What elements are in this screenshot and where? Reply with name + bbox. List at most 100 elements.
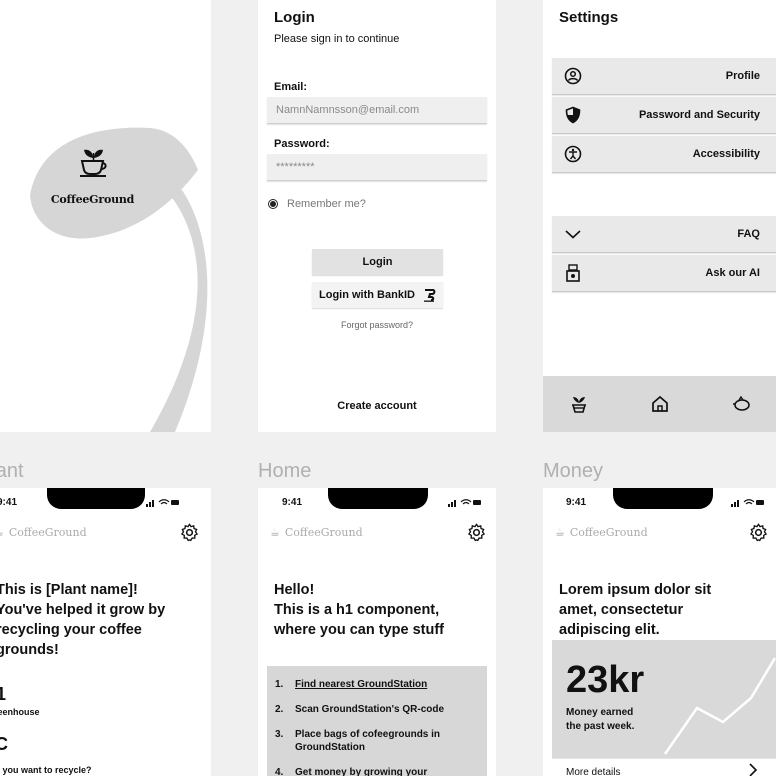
create-account-link[interactable]: Create account xyxy=(258,400,496,412)
accessibility-icon xyxy=(564,145,582,163)
greenhouse-count: 1 xyxy=(0,684,7,704)
remember-me[interactable]: Remember me? xyxy=(268,198,366,210)
caption-line: the past week. xyxy=(566,721,635,732)
profile-icon xyxy=(564,67,582,85)
caption-line: Money earned xyxy=(566,707,634,718)
settings-screen: Settings Profile Password and Security A… xyxy=(543,0,776,432)
trend-line-graphic xyxy=(663,657,776,755)
step-number: 2. xyxy=(275,704,284,715)
splash-screen: CoffeeGround xyxy=(0,0,211,432)
home-icon[interactable] xyxy=(650,394,670,414)
section-label-plant: Plant xyxy=(0,460,24,482)
leaf-illustration xyxy=(30,127,208,432)
heading-line: amet, consectetur xyxy=(559,602,684,618)
email-field[interactable]: NamnNamnsson@email.com xyxy=(267,97,487,124)
section-label-money: Money xyxy=(543,460,604,482)
page-subtitle: Please sign in to continue xyxy=(274,33,400,45)
heading-line: Hello! xyxy=(274,582,315,598)
settings-item-accessibility[interactable]: Accessibility xyxy=(552,136,776,173)
gear-icon[interactable] xyxy=(749,523,768,542)
heading-line: grounds! xyxy=(0,642,59,658)
login-screen: Login Please sign in to continue Email: … xyxy=(258,0,496,432)
status-time: 9:41 xyxy=(566,497,587,508)
password-label: Password: xyxy=(274,138,330,150)
bottom-nav xyxy=(543,376,776,432)
status-icons xyxy=(448,499,481,507)
bankid-icon xyxy=(423,288,436,302)
gear-icon[interactable] xyxy=(180,523,199,542)
list-item: 2. Scan GroundStation's QR-code xyxy=(275,703,479,716)
brand-name: CoffeeGround xyxy=(50,193,135,206)
step-number: 3. xyxy=(275,729,284,740)
more-details-button[interactable]: More details xyxy=(552,758,776,776)
login-button[interactable]: Login xyxy=(312,249,443,275)
coffee-cup-icon: ☕ xyxy=(555,526,565,539)
step-number: 4. xyxy=(275,767,284,776)
gear-icon[interactable] xyxy=(467,523,486,542)
heading-line: This is a h1 component, xyxy=(274,602,440,618)
recycle-stat: C xyxy=(0,734,8,754)
chevron-down-icon xyxy=(565,230,581,239)
step-text: Scan GroundStation's QR-code xyxy=(295,704,445,715)
status-time: 9:41 xyxy=(282,497,303,508)
heading-line: where you can type stuff xyxy=(274,622,445,638)
coffee-cup-icon: ☕ xyxy=(270,526,280,539)
money-heading: Lorem ipsum dolor sit amet, consectetur … xyxy=(559,580,711,640)
list-item[interactable]: 1. Find nearest GroundStation xyxy=(275,678,479,691)
step-text: Get money by growing your xyxy=(295,767,428,776)
phone-notch xyxy=(613,488,713,509)
step-number: 1. xyxy=(275,679,284,690)
plant-heading: This is [Plant name]! You've helped it g… xyxy=(0,580,165,660)
brand-header: ☕ CoffeeGround xyxy=(0,526,87,539)
settings-item-label: Ask our AI xyxy=(705,267,760,279)
coffee-cup-logo-icon xyxy=(80,149,107,177)
piggy-bank-icon[interactable] xyxy=(732,394,752,414)
heading-line: This is [Plant name]! xyxy=(0,582,138,598)
status-icons xyxy=(146,499,179,507)
remember-me-label: Remember me? xyxy=(287,198,366,210)
settings-item-ask-ai[interactable]: Ask our AI xyxy=(552,255,776,292)
email-label: Email: xyxy=(274,81,308,93)
settings-item-label: Password and Security xyxy=(638,109,760,121)
step-text: Place bags of cofeegrounds in GroundStat… xyxy=(295,729,441,753)
password-field[interactable]: ********* xyxy=(267,154,487,181)
home-heading: Hello! This is a h1 component, where you… xyxy=(274,580,444,640)
page-title: Login xyxy=(274,9,315,26)
find-groundstation-link[interactable]: Find nearest GroundStation xyxy=(295,678,427,691)
settings-item-label: Accessibility xyxy=(692,148,760,160)
settings-item-profile[interactable]: Profile xyxy=(552,58,776,95)
section-label-home: Home xyxy=(258,460,312,482)
robot-icon xyxy=(566,264,580,282)
money-card: 23kr Money earned the past week. More de… xyxy=(552,640,776,776)
shield-icon xyxy=(565,106,581,124)
settings-item-password-security[interactable]: Password and Security xyxy=(552,97,776,134)
settings-item-faq[interactable]: FAQ xyxy=(552,216,776,253)
brand-header: ☕ CoffeeGround xyxy=(555,526,648,539)
status-icons xyxy=(731,499,764,507)
plant-screen: 9:41 ☕ CoffeeGround This is [Plant name]… xyxy=(0,488,211,776)
settings-item-label: Profile xyxy=(725,70,760,82)
more-details-label: More details xyxy=(566,767,621,776)
forgot-password-link[interactable]: Forgot password? xyxy=(258,320,496,330)
settings-item-label: FAQ xyxy=(737,228,760,240)
page-title: Settings xyxy=(559,9,619,26)
brand-name: CoffeeGround xyxy=(284,526,363,539)
heading-line: adipiscing elit. xyxy=(559,622,660,638)
steps-list: 1. Find nearest GroundStation 2. Scan Gr… xyxy=(267,666,487,776)
home-screen: 9:41 ☕ CoffeeGround Hello! This is a h1 … xyxy=(258,488,496,776)
money-amount: 23kr xyxy=(566,659,645,701)
money-screen: 9:41 ☕ CoffeeGround Lorem ipsum dolor si… xyxy=(543,488,776,776)
status-time: 9:41 xyxy=(0,497,18,508)
recycle-prompt: Do you want to recycle? xyxy=(0,765,92,775)
phone-notch xyxy=(47,488,145,509)
bankid-login-button[interactable]: Login with BankID xyxy=(312,282,443,308)
heading-line: Lorem ipsum dolor sit xyxy=(559,582,712,598)
heading-line: recycling your coffee xyxy=(0,622,142,638)
brand-header: ☕ CoffeeGround xyxy=(270,526,363,539)
list-item: 4. Get money by growing your xyxy=(275,766,479,776)
remember-me-radio[interactable] xyxy=(268,199,278,209)
login-button-label: Login xyxy=(362,256,393,268)
greenhouse-label: Greenhouse xyxy=(0,707,40,717)
list-item: 3. Place bags of cofeegrounds in GroundS… xyxy=(275,728,479,754)
plant-icon[interactable] xyxy=(569,394,589,414)
